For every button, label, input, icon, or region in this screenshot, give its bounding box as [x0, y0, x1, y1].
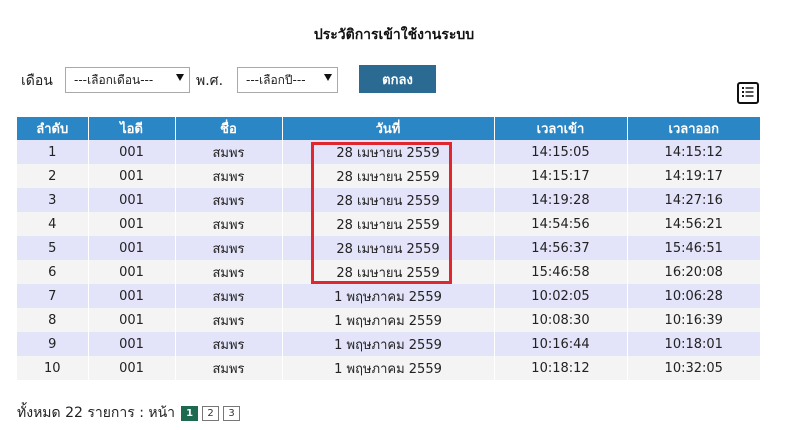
cell-name: สมพร — [175, 188, 283, 212]
page-button-3[interactable]: 3 — [223, 405, 241, 421]
cell-time-out: 14:27:16 — [627, 188, 760, 212]
cell-name: สมพร — [175, 236, 283, 260]
cell-date: 28 เมษายน 2559 — [282, 236, 495, 260]
cell-time-out: 16:20:08 — [627, 260, 760, 284]
cell-order: 10 — [17, 356, 89, 380]
cell-name: สมพร — [175, 260, 283, 284]
cell-order: 1 — [17, 140, 89, 164]
cell-date: 28 เมษายน 2559 — [282, 212, 495, 236]
year-select-value: ---เลือกปี--- — [246, 72, 306, 87]
cell-time-out: 10:32:05 — [627, 356, 760, 380]
cell-order: 2 — [17, 164, 89, 188]
cell-time-out: 14:15:12 — [627, 140, 760, 164]
page-title: ประวัติการเข้าใช้งานระบบ — [313, 27, 475, 43]
cell-time-out: 10:18:01 — [627, 332, 760, 356]
table-row: 7 001 สมพร 1 พฤษภาคม 2559 10:02:05 10:06… — [17, 284, 760, 308]
cell-date: 1 พฤษภาคม 2559 — [282, 356, 495, 380]
col-header-time-in: เวลาเข้า — [494, 117, 628, 140]
pagination-summary: ทั้งหมด 22 รายการ : หน้า — [17, 405, 176, 421]
pagination: ทั้งหมด 22 รายการ : หน้า 1 2 3 — [17, 402, 241, 424]
cell-date: 28 เมษายน 2559 — [282, 140, 495, 164]
table-row: 8 001 สมพร 1 พฤษภาคม 2559 10:08:30 10:16… — [17, 308, 760, 332]
cell-time-out: 14:19:17 — [627, 164, 760, 188]
cell-id: 001 — [88, 332, 176, 356]
cell-name: สมพร — [175, 332, 283, 356]
cell-id: 001 — [88, 260, 176, 284]
cell-order: 3 — [17, 188, 89, 212]
month-select-value: ---เลือกเดือน--- — [74, 72, 154, 87]
cell-id: 001 — [88, 188, 176, 212]
cell-order: 9 — [17, 332, 89, 356]
cell-name: สมพร — [175, 212, 283, 236]
cell-time-out: 15:46:51 — [627, 236, 760, 260]
cell-id: 001 — [88, 140, 176, 164]
col-header-time-out: เวลาออก — [627, 117, 760, 140]
cell-time-out: 10:06:28 — [627, 284, 760, 308]
cell-date: 28 เมษายน 2559 — [282, 188, 495, 212]
cell-name: สมพร — [175, 140, 283, 164]
col-header-date: วันที่ — [282, 117, 495, 140]
year-select[interactable]: ---เลือกปี--- — [237, 67, 338, 93]
cell-time-out: 14:56:21 — [627, 212, 760, 236]
table-row: 4 001 สมพร 28 เมษายน 2559 14:54:56 14:56… — [17, 212, 760, 236]
year-label: พ.ศ. — [196, 73, 224, 89]
cell-order: 5 — [17, 236, 89, 260]
cell-date: 28 เมษายน 2559 — [282, 164, 495, 188]
cell-id: 001 — [88, 284, 176, 308]
list-icon[interactable] — [737, 82, 759, 104]
table-row: 5 001 สมพร 28 เมษายน 2559 14:56:37 15:46… — [17, 236, 760, 260]
cell-time-in: 10:02:05 — [494, 284, 628, 308]
cell-id: 001 — [88, 164, 176, 188]
cell-order: 8 — [17, 308, 89, 332]
month-select[interactable]: ---เลือกเดือน--- — [65, 67, 190, 93]
cell-date: 28 เมษายน 2559 — [282, 260, 495, 284]
dropdown-arrow-icon — [324, 74, 332, 81]
cell-id: 001 — [88, 308, 176, 332]
cell-date: 1 พฤษภาคม 2559 — [282, 308, 495, 332]
cell-date: 1 พฤษภาคม 2559 — [282, 332, 495, 356]
col-header-id: ไอดี — [88, 117, 176, 140]
cell-time-in: 14:15:17 — [494, 164, 628, 188]
cell-name: สมพร — [175, 308, 283, 332]
submit-button[interactable]: ตกลง — [359, 65, 436, 93]
table-row: 6 001 สมพร 28 เมษายน 2559 15:46:58 16:20… — [17, 260, 760, 284]
month-label: เดือน — [21, 73, 53, 89]
cell-name: สมพร — [175, 356, 283, 380]
cell-time-in: 10:18:12 — [494, 356, 628, 380]
table-row: 9 001 สมพร 1 พฤษภาคม 2559 10:16:44 10:18… — [17, 332, 760, 356]
dropdown-arrow-icon — [176, 74, 184, 81]
page-button-1[interactable]: 1 — [181, 405, 199, 421]
cell-time-in: 14:56:37 — [494, 236, 628, 260]
cell-order: 4 — [17, 212, 89, 236]
cell-time-in: 15:46:58 — [494, 260, 628, 284]
cell-id: 001 — [88, 236, 176, 260]
cell-date: 1 พฤษภาคม 2559 — [282, 284, 495, 308]
col-header-name: ชื่อ — [175, 117, 283, 140]
col-header-order: ลำดับ — [17, 117, 89, 140]
cell-id: 001 — [88, 356, 176, 380]
cell-time-in: 10:08:30 — [494, 308, 628, 332]
access-log-table: ลำดับ ไอดี ชื่อ วันที่ เวลาเข้า เวลาออก … — [17, 117, 760, 380]
cell-order: 6 — [17, 260, 89, 284]
cell-time-in: 10:16:44 — [494, 332, 628, 356]
cell-time-in: 14:19:28 — [494, 188, 628, 212]
table-row: 2 001 สมพร 28 เมษายน 2559 14:15:17 14:19… — [17, 164, 760, 188]
cell-name: สมพร — [175, 164, 283, 188]
cell-time-in: 14:54:56 — [494, 212, 628, 236]
cell-name: สมพร — [175, 284, 283, 308]
cell-time-out: 10:16:39 — [627, 308, 760, 332]
table-header-row: ลำดับ ไอดี ชื่อ วันที่ เวลาเข้า เวลาออก — [17, 117, 760, 140]
table-row: 10 001 สมพร 1 พฤษภาคม 2559 10:18:12 10:3… — [17, 356, 760, 380]
cell-time-in: 14:15:05 — [494, 140, 628, 164]
table-row: 1 001 สมพร 28 เมษายน 2559 14:15:05 14:15… — [17, 140, 760, 164]
cell-order: 7 — [17, 284, 89, 308]
table-row: 3 001 สมพร 28 เมษายน 2559 14:19:28 14:27… — [17, 188, 760, 212]
cell-id: 001 — [88, 212, 176, 236]
page-button-2[interactable]: 2 — [202, 405, 220, 421]
